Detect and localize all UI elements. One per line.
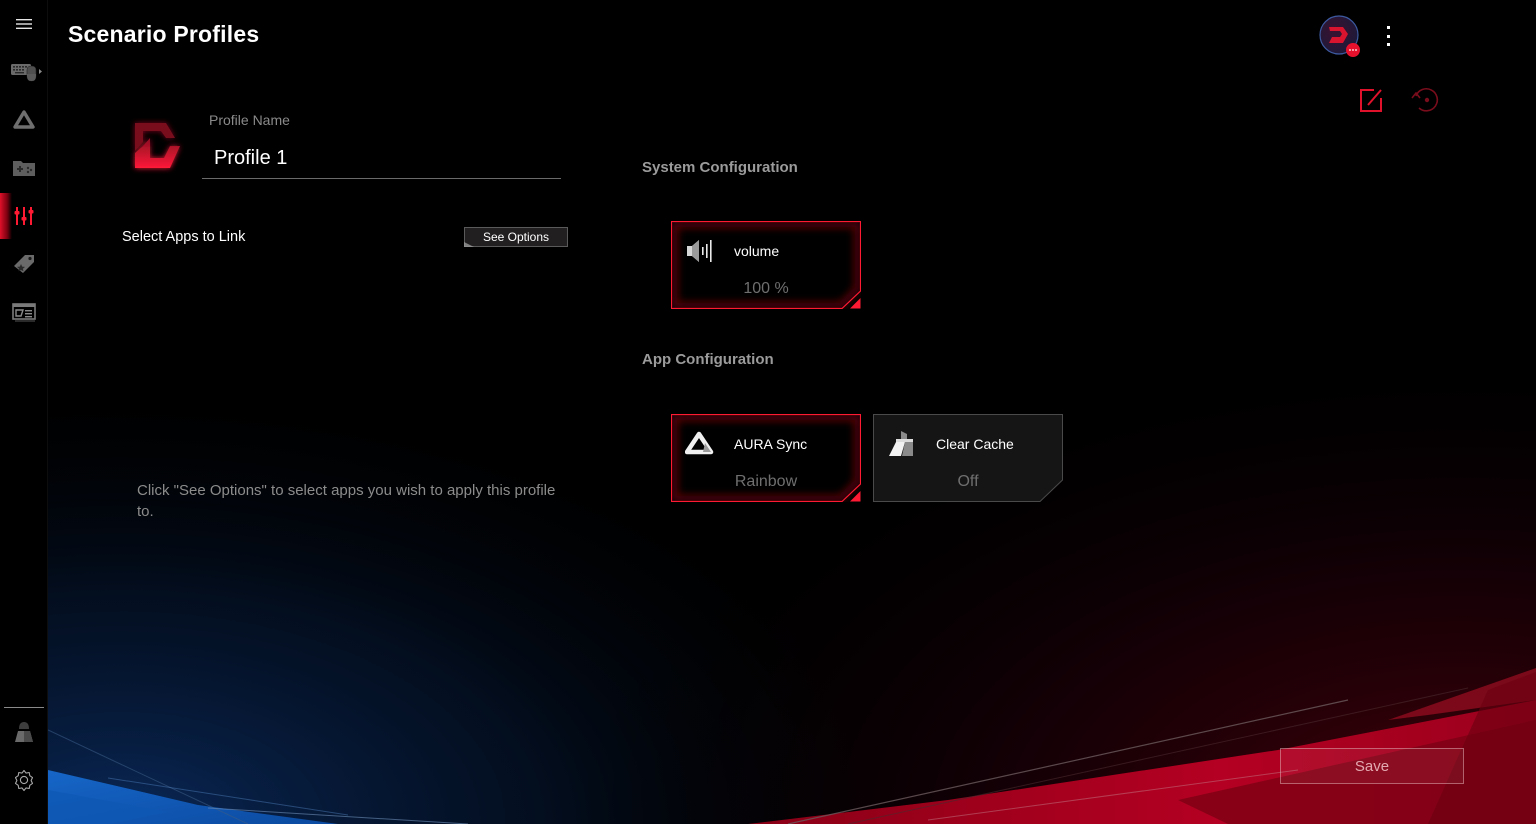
reset-button[interactable] xyxy=(1410,86,1442,114)
avatar[interactable] xyxy=(1319,15,1361,57)
profile-name-input[interactable] xyxy=(202,138,561,179)
main-content: Scenario Profiles Profile Name Profile 1… xyxy=(48,0,1536,824)
profile-logo xyxy=(130,118,184,174)
sidebar xyxy=(0,0,48,824)
sidebar-item-deals[interactable] xyxy=(0,241,48,287)
see-options-label: See Options xyxy=(482,230,550,244)
button-corner-accent xyxy=(464,242,474,247)
speaker-icon xyxy=(687,240,712,262)
avatar-logo-icon xyxy=(1319,15,1360,57)
sidebar-item-scenario-profiles[interactable] xyxy=(0,193,48,239)
more-options-button[interactable] xyxy=(1380,24,1396,48)
linked-apps-hint: Click "See Options" to select apps you w… xyxy=(137,482,556,520)
reset-icon xyxy=(1411,87,1439,112)
see-options-button[interactable]: See Options xyxy=(464,227,568,247)
equalizer-sliders-icon xyxy=(14,207,34,225)
sidebar-item-aura[interactable] xyxy=(0,97,48,143)
aura-sync-icon xyxy=(13,110,35,129)
save-label: Save xyxy=(1354,757,1390,775)
keyboard-mouse-icon xyxy=(11,64,42,82)
edit-icon xyxy=(1360,89,1382,112)
system-configuration-title: System Configuration xyxy=(642,159,798,176)
save-button[interactable]: Save xyxy=(1280,748,1464,784)
menu-button[interactable] xyxy=(0,1,48,47)
tile-value: Off xyxy=(957,473,979,490)
sidebar-item-game-library[interactable] xyxy=(0,145,48,191)
game-folder-icon xyxy=(13,161,35,176)
sidebar-item-user[interactable] xyxy=(0,709,48,755)
tile-value: Rainbow xyxy=(734,473,798,490)
aura-sync-icon xyxy=(685,431,714,455)
user-icon xyxy=(15,722,33,742)
select-apps-label: Select Apps to Link xyxy=(122,229,246,245)
sidebar-item-devices[interactable] xyxy=(0,49,48,95)
tile-label: Clear Cache xyxy=(936,436,1014,452)
profile-name-label: Profile Name xyxy=(209,112,290,128)
tile-label: AURA Sync xyxy=(734,436,808,452)
tile-label: volume xyxy=(734,243,780,259)
broom-icon xyxy=(889,431,913,456)
page-title: Scenario Profiles xyxy=(68,21,260,47)
sidebar-item-news[interactable] xyxy=(0,289,48,335)
active-indicator xyxy=(0,193,12,239)
volume-tile[interactable]: volume 100 % xyxy=(671,221,861,309)
news-window-icon xyxy=(12,303,36,322)
kebab-dot xyxy=(1386,34,1390,38)
sidebar-divider xyxy=(4,707,44,708)
profile-rog-logo-icon xyxy=(135,123,180,168)
gear-icon xyxy=(14,769,34,792)
kebab-dot xyxy=(1386,26,1390,29)
clear-cache-tile[interactable]: Clear Cache Off xyxy=(873,414,1063,502)
tile-value: 100 % xyxy=(743,280,789,297)
hamburger-menu-icon xyxy=(16,19,32,29)
aura-sync-tile[interactable]: AURA Sync Rainbow xyxy=(671,414,861,502)
edit-button[interactable] xyxy=(1358,86,1384,114)
kebab-dot xyxy=(1386,43,1390,46)
sidebar-item-settings[interactable] xyxy=(0,757,48,803)
app-configuration-title: App Configuration xyxy=(642,351,774,368)
price-tag-star-icon xyxy=(14,255,34,273)
